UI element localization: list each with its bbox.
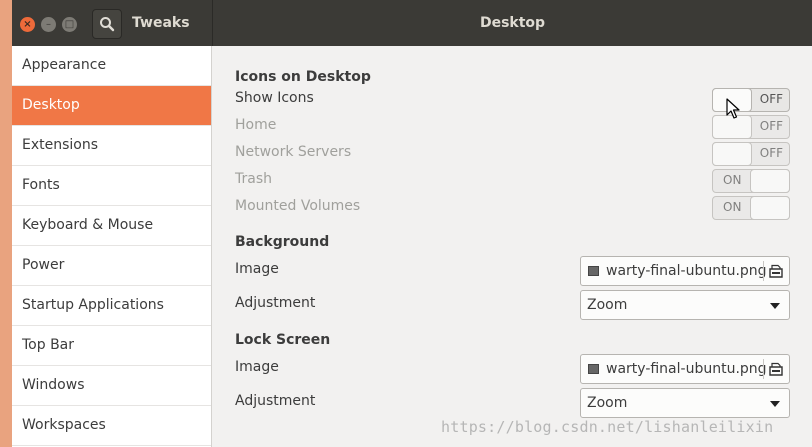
setting-label: Image [235, 261, 279, 277]
setting-row-show-icons: Show Icons OFF [235, 88, 790, 112]
show-icons-switch[interactable]: OFF [712, 88, 790, 112]
background-section: Background [235, 232, 790, 256]
setting-row-background-adjustment: Adjustment Zoom [235, 290, 790, 320]
sidebar-item-fonts[interactable]: Fonts [12, 166, 211, 206]
network-servers-switch[interactable]: OFF [712, 142, 790, 166]
switch-state: OFF [759, 92, 783, 106]
sidebar-item-workspaces[interactable]: Workspaces [12, 406, 211, 446]
sidebar-item-startup-applications[interactable]: Startup Applications [12, 286, 211, 326]
switch-state: OFF [759, 146, 783, 160]
background-adjustment-dropdown[interactable]: Zoom [580, 290, 790, 320]
switch-knob[interactable] [750, 196, 790, 220]
open-folder-icon[interactable] [769, 362, 783, 376]
section-heading-lock-screen: Lock Screen [235, 332, 331, 348]
setting-label: Mounted Volumes [235, 198, 361, 214]
setting-row-mounted-volumes: Mounted Volumes ON [235, 196, 790, 220]
setting-row-network-servers: Network Servers OFF [235, 142, 790, 166]
sidebar-item-desktop[interactable]: Desktop [12, 86, 211, 126]
trash-switch[interactable]: ON [712, 169, 790, 193]
watermark-text: https://blog.csdn.net/lishanleilixin [441, 418, 774, 436]
setting-row-lock-screen-adjustment: Adjustment Zoom [235, 388, 790, 418]
app-title: Tweaks [132, 15, 190, 31]
switch-state: ON [723, 200, 742, 214]
lock-screen-adjustment-dropdown[interactable]: Zoom [580, 388, 790, 418]
sidebar-item-extensions[interactable]: Extensions [12, 126, 211, 166]
open-folder-icon[interactable] [769, 264, 783, 278]
home-switch[interactable]: OFF [712, 115, 790, 139]
section-heading-background: Background [235, 234, 330, 250]
setting-label: Trash [235, 171, 272, 187]
sidebar-item-top-bar[interactable]: Top Bar [12, 326, 211, 366]
setting-label: Show Icons [235, 90, 314, 106]
page-title: Desktop [479, 15, 546, 31]
switch-state: OFF [759, 119, 783, 133]
setting-label: Adjustment [235, 295, 316, 311]
dropdown-value: Zoom [587, 395, 628, 411]
background-image-chooser[interactable]: warty-final-ubuntu.png [580, 256, 790, 286]
file-name: warty-final-ubuntu.png [606, 361, 767, 377]
switch-knob[interactable] [750, 169, 790, 193]
maximize-icon[interactable]: □ [62, 17, 77, 32]
setting-label: Home [235, 117, 277, 133]
setting-label: Adjustment [235, 393, 316, 409]
sidebar-item-appearance[interactable]: Appearance [12, 46, 211, 86]
close-icon[interactable]: × [20, 17, 35, 32]
mouse-pointer-icon [726, 98, 740, 119]
tweaks-window: × – □ Tweaks Desktop Appearance Desktop … [12, 0, 812, 447]
dropdown-value: Zoom [587, 297, 628, 313]
file-name: warty-final-ubuntu.png [606, 263, 767, 279]
sidebar-item-power[interactable]: Power [12, 246, 211, 286]
search-icon [100, 17, 115, 32]
sidebar-item-windows[interactable]: Windows [12, 366, 211, 406]
titlebar: × – □ Tweaks Desktop [12, 0, 812, 46]
divider [763, 261, 764, 281]
search-button[interactable] [92, 9, 122, 39]
switch-state: ON [723, 173, 742, 187]
section-heading-icons: Icons on Desktop [235, 69, 371, 85]
dropdown-arrow-icon [770, 303, 780, 309]
sidebar: Appearance Desktop Extensions Fonts Keyb… [12, 46, 212, 447]
setting-row-background-image: Image warty-final-ubuntu.png [235, 256, 790, 286]
image-file-icon [588, 364, 599, 374]
lock-screen-section: Lock Screen [235, 330, 790, 354]
setting-row-trash: Trash ON [235, 169, 790, 193]
setting-row-home: Home OFF [235, 115, 790, 139]
titlebar-left: × – □ Tweaks [12, 0, 213, 46]
switch-knob[interactable] [712, 142, 752, 166]
divider [763, 359, 764, 379]
lock-screen-image-chooser[interactable]: warty-final-ubuntu.png [580, 354, 790, 384]
minimize-icon[interactable]: – [41, 17, 56, 32]
setting-row-lock-screen-image: Image warty-final-ubuntu.png [235, 354, 790, 384]
sidebar-item-keyboard-mouse[interactable]: Keyboard & Mouse [12, 206, 211, 246]
mounted-volumes-switch[interactable]: ON [712, 196, 790, 220]
dropdown-arrow-icon [770, 401, 780, 407]
setting-label: Network Servers [235, 144, 352, 160]
image-file-icon [588, 266, 599, 276]
setting-label: Image [235, 359, 279, 375]
